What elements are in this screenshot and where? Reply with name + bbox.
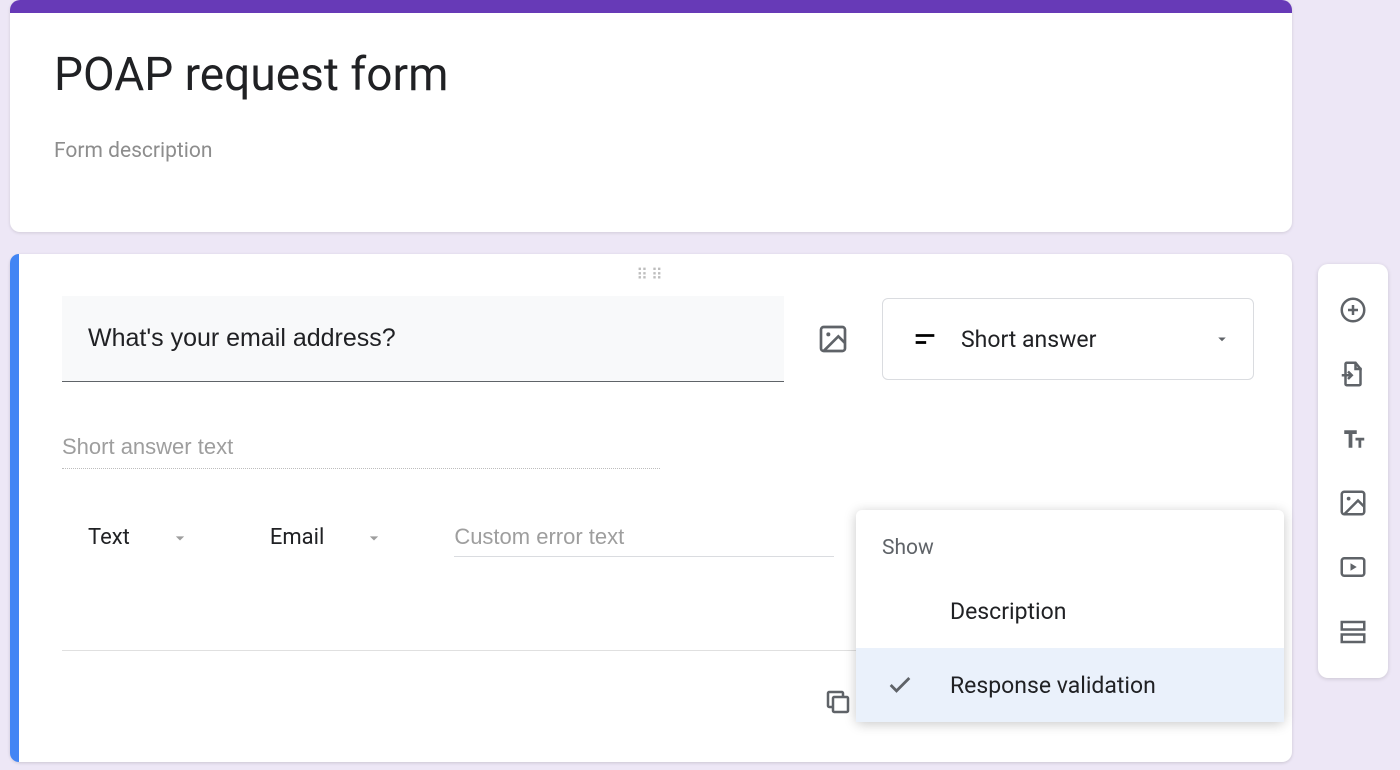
- image-icon: [817, 323, 849, 355]
- chevron-down-icon: [1213, 330, 1231, 348]
- chevron-down-icon: [364, 528, 384, 548]
- duplicate-question-button[interactable]: [816, 680, 860, 724]
- popup-section-header: Show: [856, 530, 1284, 574]
- plus-circle-icon: [1338, 295, 1368, 325]
- section-icon: [1338, 617, 1368, 647]
- validation-row: Text Email: [88, 518, 834, 557]
- video-icon: [1338, 552, 1368, 582]
- short-answer-preview: [62, 426, 660, 469]
- validation-type-select[interactable]: Text: [88, 525, 190, 550]
- chevron-down-icon: [170, 528, 190, 548]
- add-image-button[interactable]: [1331, 481, 1375, 525]
- popup-item-description[interactable]: Description: [856, 574, 1284, 648]
- check-icon: [886, 671, 930, 699]
- validation-type-label: Text: [88, 525, 130, 550]
- question-header-row: Short answer: [62, 296, 1254, 382]
- form-description-placeholder[interactable]: Form description: [54, 139, 1248, 163]
- import-icon: [1338, 359, 1368, 389]
- duplicate-icon: [823, 687, 853, 717]
- popup-item-label: Description: [930, 598, 1066, 625]
- popup-item-label: Response validation: [930, 672, 1156, 699]
- question-options-popup: Show Description Response validation: [856, 510, 1284, 722]
- import-questions-button[interactable]: [1331, 352, 1375, 396]
- add-image-to-question-button[interactable]: [812, 316, 854, 362]
- question-title-input[interactable]: [62, 296, 784, 382]
- question-type-label: Short answer: [961, 326, 1191, 353]
- validation-error-input[interactable]: [454, 518, 834, 557]
- side-toolbar: [1318, 264, 1388, 678]
- drag-handle-icon[interactable]: ⠿⠿: [636, 272, 665, 277]
- add-question-button[interactable]: [1331, 288, 1375, 332]
- add-section-button[interactable]: [1331, 610, 1375, 654]
- popup-item-response-validation[interactable]: Response validation: [856, 648, 1284, 722]
- validation-subtype-label: Email: [270, 525, 324, 550]
- add-title-button[interactable]: [1331, 417, 1375, 461]
- form-title[interactable]: POAP request form: [54, 47, 1248, 105]
- question-type-select[interactable]: Short answer: [882, 298, 1254, 380]
- image-icon: [1338, 488, 1368, 518]
- validation-subtype-select[interactable]: Email: [270, 525, 384, 550]
- text-icon: [1338, 424, 1368, 454]
- question-active-indicator: [10, 254, 19, 762]
- form-accent-bar: [10, 0, 1292, 13]
- short-answer-icon: [911, 325, 939, 353]
- question-card: ⠿⠿ Short answer Text Email Show De: [10, 254, 1292, 762]
- form-header-card: POAP request form Form description: [10, 0, 1292, 232]
- add-video-button[interactable]: [1331, 545, 1375, 589]
